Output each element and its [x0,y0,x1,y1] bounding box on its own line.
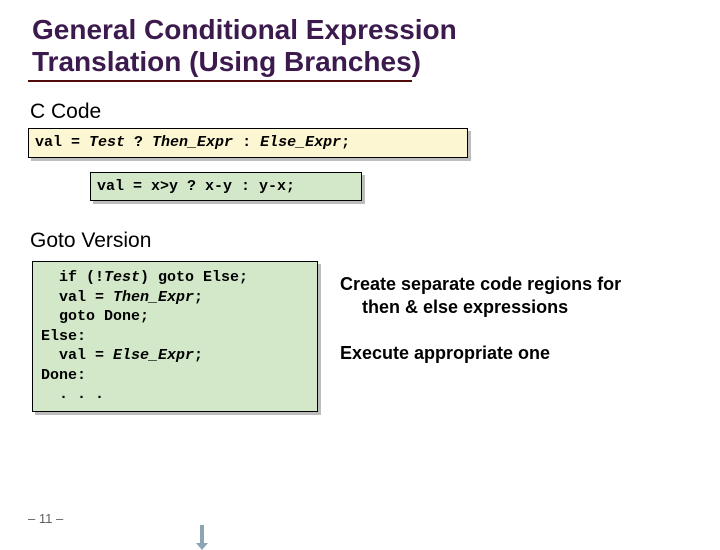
code-line: goto Done; [41,307,309,327]
code-ital-then: Then_Expr [152,134,233,151]
code-line: val = Else_Expr; [41,346,309,366]
code-line: Done: [41,366,309,386]
slide-title: General Conditional Expression Translati… [32,14,692,78]
title-line1: General Conditional Expression [32,14,457,45]
bullet-text: then & else expressions [340,297,568,317]
section-goto: Goto Version [30,229,692,253]
code-text: ; [194,289,203,306]
code-text: ? [125,134,152,151]
code-ital-else: Else_Expr [260,134,341,151]
section-c-code: C Code [30,100,692,124]
bullet-text: Create separate code regions for [340,274,621,294]
title-line2: Translation (Using Branches) [32,46,421,77]
code-text: if (! [41,269,104,286]
code-box-general: val = Test ? Then_Expr : Else_Expr; [28,128,468,158]
code-ital-test: Test [104,269,140,286]
code-ital-then: Then_Expr [113,289,194,306]
code-line: val = Then_Expr; [41,288,309,308]
code-line: if (!Test) goto Else; [41,268,309,288]
code-box-goto: if (!Test) goto Else; val = Then_Expr; g… [32,261,318,412]
code-text: : [233,134,260,151]
code-ital-test: Test [89,134,125,151]
code-line: . . . [41,385,309,405]
bullet-2: Execute appropriate one [340,342,680,365]
code-text: ; [194,347,203,364]
code-text: val = [41,289,113,306]
title-underline [28,80,412,82]
code-text: val = [41,347,113,364]
code-line: Else: [41,327,309,347]
page-number: – 11 – [28,511,63,526]
arrow-down-icon [200,525,204,543]
code-text: val = [35,134,89,151]
code-box-example: val = x>y ? x-y : y-x; [90,172,362,202]
bullet-1: Create separate code regions for then & … [340,273,680,318]
code-text: ) goto Else; [140,269,248,286]
code-ital-else: Else_Expr [113,347,194,364]
code-text: ; [341,134,350,151]
explanation: Create separate code regions for then & … [340,273,680,389]
